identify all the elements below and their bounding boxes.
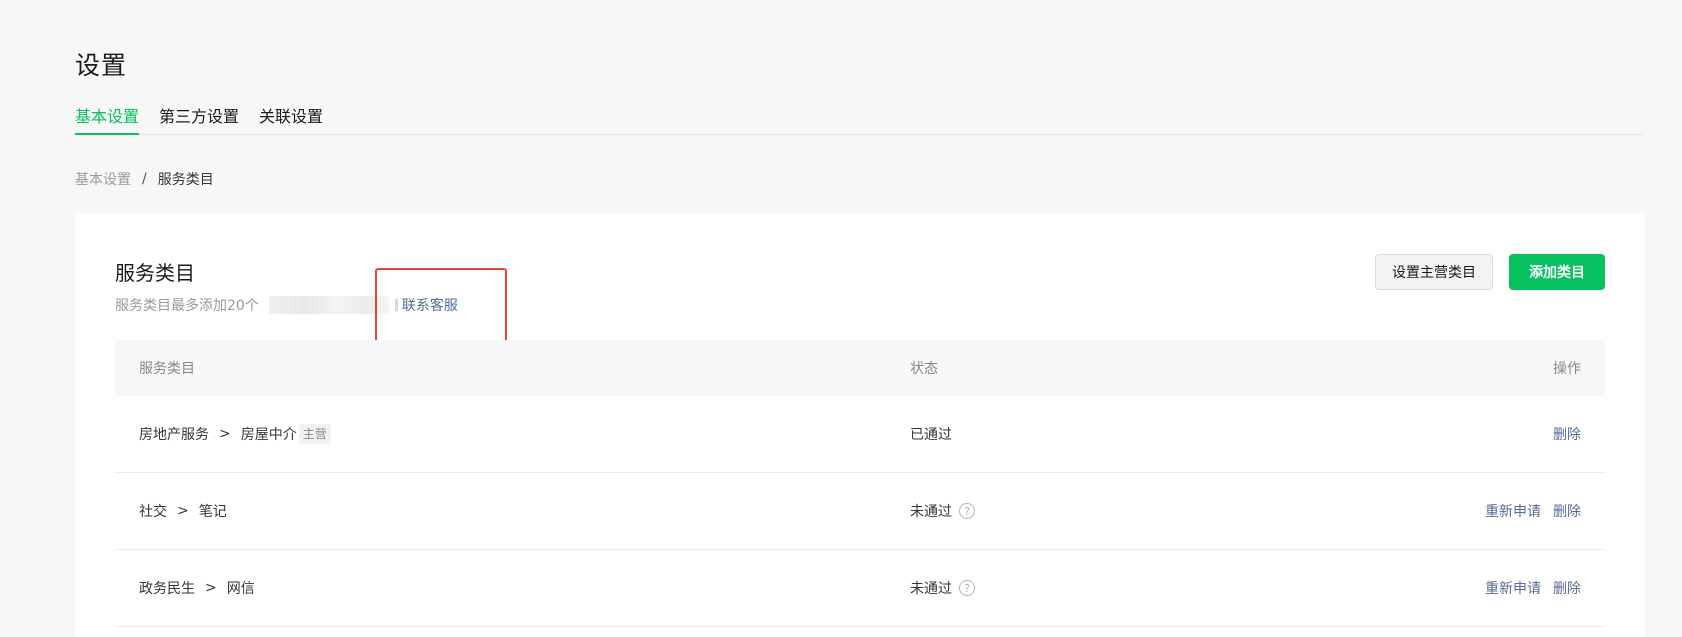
service-category-card: 服务类目 服务类目最多添加20个 联系客服 设置主营类目 添加类目 服务类目 状… (75, 213, 1645, 637)
breadcrumb-separator: / (142, 171, 147, 187)
description-text: 服务类目最多添加20个 (115, 298, 259, 314)
header-category: 服务类目 (139, 361, 195, 377)
card-description: 服务类目最多添加20个 联系客服 (115, 295, 458, 315)
ops-cell: 删除 (1365, 424, 1605, 444)
ops-cell: 重新申请 删除 (1365, 501, 1605, 521)
delete-link[interactable]: 删除 (1553, 501, 1581, 521)
category-table: 服务类目 状态 操作 房地产服务 > 房屋中介 主营 已通过 删除 社交 > 笔… (115, 340, 1605, 627)
main-category-badge: 主营 (298, 424, 331, 444)
delete-link[interactable]: 删除 (1553, 424, 1581, 444)
status-text: 未通过 (910, 504, 952, 520)
category-arrow: > (219, 426, 231, 442)
status-text: 未通过 (910, 581, 952, 597)
card-title: 服务类目 (115, 261, 195, 285)
add-category-button[interactable]: 添加类目 (1509, 254, 1605, 290)
question-circle-icon[interactable]: ? (959, 503, 975, 519)
tab-bar: 基本设置 第三方设置 关联设置 (75, 106, 1644, 135)
table-row: 社交 > 笔记 未通过 ? 重新申请 删除 (115, 473, 1605, 550)
breadcrumb: 基本设置 / 服务类目 (75, 169, 214, 189)
status-text: 已通过 (910, 427, 952, 443)
category-arrow: > (205, 580, 217, 596)
reapply-link[interactable]: 重新申请 (1485, 501, 1541, 521)
page-title: 设置 (75, 51, 128, 80)
breadcrumb-parent[interactable]: 基本设置 (75, 169, 131, 189)
status-cell: 未通过 ? (910, 501, 1365, 521)
contact-support-link[interactable]: 联系客服 (402, 295, 458, 315)
table-row: 政务民生 > 网信 未通过 ? 重新申请 删除 (115, 550, 1605, 627)
set-main-category-button[interactable]: 设置主营类目 (1375, 254, 1493, 290)
settings-page: 设置 基本设置 第三方设置 关联设置 基本设置 / 服务类目 服务类目 服务类目… (0, 0, 1682, 637)
category-child: 房屋中介 (240, 427, 297, 443)
category-parent: 政务民生 (139, 581, 195, 597)
category-child: 网信 (226, 581, 255, 597)
tab-third-party-settings[interactable]: 第三方设置 (159, 106, 239, 135)
redacted-mark (394, 299, 398, 311)
table-row: 房地产服务 > 房屋中介 主营 已通过 删除 (115, 396, 1605, 473)
category-child: 笔记 (198, 504, 227, 520)
ops-cell: 重新申请 删除 (1365, 578, 1605, 598)
redacted-text (268, 296, 389, 314)
category-cell: 房地产服务 > 房屋中介 主营 (115, 424, 910, 444)
tab-basic-settings[interactable]: 基本设置 (75, 106, 140, 135)
question-circle-icon[interactable]: ? (959, 580, 975, 596)
header-status: 状态 (910, 361, 938, 377)
delete-link[interactable]: 删除 (1553, 578, 1581, 598)
status-cell: 已通过 (910, 424, 1365, 444)
status-cell: 未通过 ? (910, 578, 1365, 598)
category-cell: 社交 > 笔记 (115, 501, 910, 521)
category-arrow: > (177, 503, 189, 519)
table-header: 服务类目 状态 操作 (115, 340, 1605, 396)
category-parent: 社交 (139, 504, 167, 520)
reapply-link[interactable]: 重新申请 (1485, 578, 1541, 598)
category-parent: 房地产服务 (139, 427, 209, 443)
breadcrumb-current: 服务类目 (157, 172, 214, 188)
tab-linked-settings[interactable]: 关联设置 (259, 106, 323, 135)
header-ops: 操作 (1553, 361, 1581, 377)
category-cell: 政务民生 > 网信 (115, 578, 910, 598)
